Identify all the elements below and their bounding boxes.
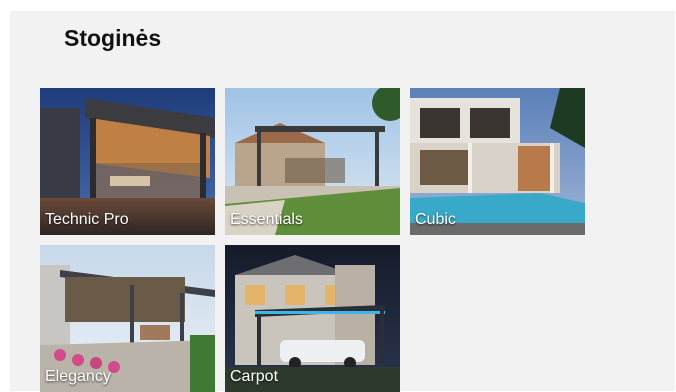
- page-title: Stoginės: [64, 25, 162, 51]
- main-panel: Stoginės Technic Pro Essentials Cubic El…: [10, 11, 675, 392]
- product-label: Carpot: [230, 368, 279, 385]
- product-card-technic-pro[interactable]: Technic Pro: [40, 88, 215, 235]
- product-card-cubic[interactable]: Cubic: [410, 88, 585, 235]
- product-card-essentials[interactable]: Essentials: [225, 88, 400, 235]
- product-label: Essentials: [230, 211, 303, 228]
- product-card-elegancy[interactable]: Elegancy: [40, 245, 215, 392]
- product-label: Cubic: [415, 211, 456, 228]
- product-card-carpot[interactable]: Carpot: [225, 245, 400, 392]
- product-label: Technic Pro: [45, 211, 129, 228]
- product-label: Elegancy: [45, 368, 111, 385]
